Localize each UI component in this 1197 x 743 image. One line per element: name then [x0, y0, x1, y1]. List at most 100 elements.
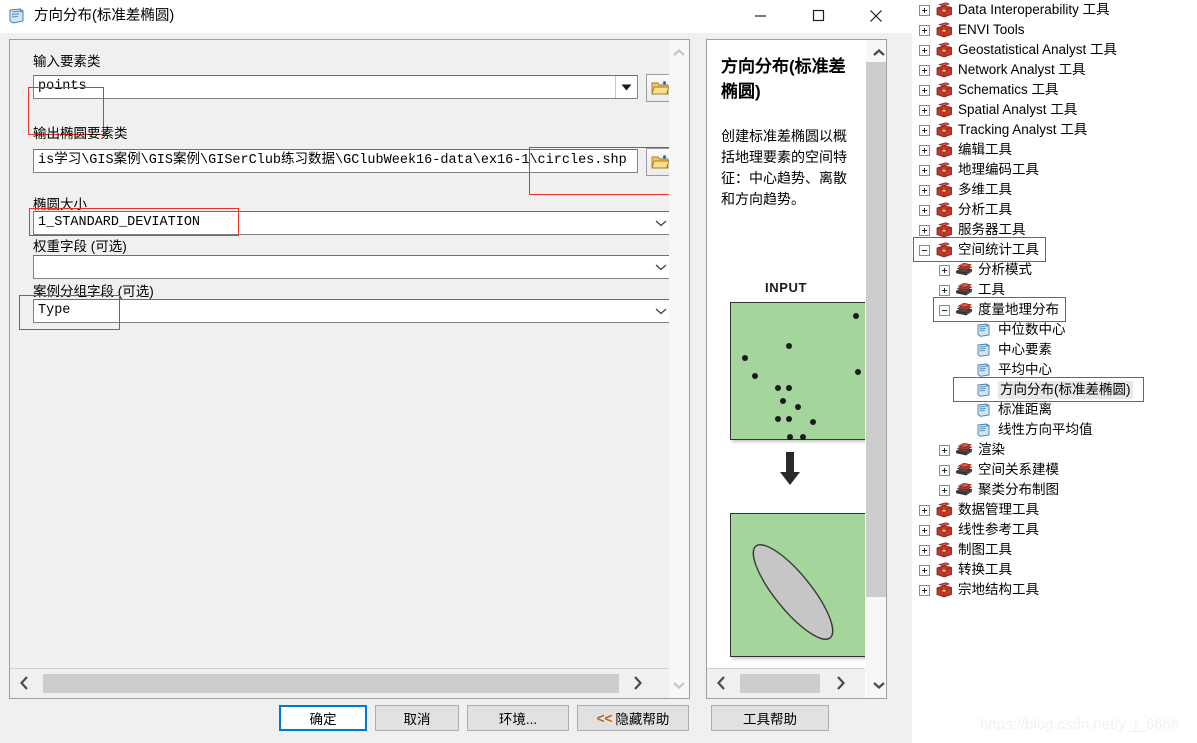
chevron-down-icon[interactable]: [650, 212, 669, 234]
tree-item-label: 分析模式: [978, 262, 1032, 277]
tree-item[interactable]: 宗地结构工具: [919, 580, 1039, 600]
chevron-down-icon[interactable]: [650, 256, 669, 278]
minimize-button[interactable]: [737, 0, 783, 31]
tree-item[interactable]: Tracking Analyst 工具: [919, 120, 1087, 140]
expand-icon[interactable]: [919, 504, 930, 516]
tree-item[interactable]: Schematics 工具: [919, 80, 1059, 100]
scroll-down-icon[interactable]: [669, 674, 688, 696]
expand-icon[interactable]: [939, 444, 950, 456]
expand-icon[interactable]: [939, 484, 950, 496]
expand-icon[interactable]: [919, 224, 930, 236]
expand-icon[interactable]: [919, 64, 930, 76]
tree-item[interactable]: 工具: [939, 280, 1005, 300]
expand-icon[interactable]: [919, 44, 930, 56]
tree-item[interactable]: 数据管理工具: [919, 500, 1039, 520]
help-hscroll-thumb[interactable]: [740, 674, 820, 693]
expand-icon[interactable]: [919, 204, 930, 216]
dialog-titlebar[interactable]: 方向分布(标准差椭圆): [0, 0, 912, 33]
expand-icon[interactable]: [919, 184, 930, 196]
help-description: 创建标准差椭圆以概括地理要素的空间特征：中心趋势、离散和方向趋势。: [721, 128, 847, 207]
tree-item-label: ENVI Tools: [958, 22, 1025, 37]
help-vertical-scrollbar[interactable]: [866, 40, 886, 698]
tree-item[interactable]: 线性方向平均值: [959, 420, 1093, 440]
expand-icon[interactable]: [919, 564, 930, 576]
expand-icon[interactable]: [919, 24, 930, 36]
input-feature-class-combo[interactable]: points: [33, 75, 638, 99]
scroll-left-icon[interactable]: [707, 669, 737, 697]
expand-icon[interactable]: [919, 124, 930, 136]
scroll-up-icon[interactable]: [869, 42, 888, 64]
scroll-down-icon[interactable]: [869, 674, 888, 696]
tree-item[interactable]: Geostatistical Analyst 工具: [919, 40, 1117, 60]
expand-icon[interactable]: [919, 144, 930, 156]
tree-item[interactable]: 渲染: [939, 440, 1005, 460]
expand-icon[interactable]: [919, 524, 930, 536]
ellipse-size-combo[interactable]: 1_STANDARD_DEVIATION: [33, 211, 669, 235]
cancel-button[interactable]: 取消: [375, 705, 459, 731]
tree-item-label: 渲染: [978, 442, 1005, 457]
collapse-icon[interactable]: [919, 244, 930, 256]
close-button[interactable]: [853, 0, 899, 31]
tree-item[interactable]: 编辑工具: [919, 140, 1012, 160]
tree-item[interactable]: 多维工具: [919, 180, 1012, 200]
expand-icon[interactable]: [919, 584, 930, 596]
expand-icon[interactable]: [919, 544, 930, 556]
tree-item-label: 分析工具: [958, 202, 1012, 217]
tree-item[interactable]: 服务器工具: [919, 220, 1026, 240]
tree-item[interactable]: Spatial Analyst 工具: [919, 100, 1077, 120]
tree-item[interactable]: 平均中心: [959, 360, 1052, 380]
hide-help-button[interactable]: << 隐藏帮助: [577, 705, 689, 731]
tree-item[interactable]: 中心要素: [959, 340, 1052, 360]
tree-item[interactable]: 标准距离: [959, 400, 1052, 420]
expand-icon[interactable]: [939, 264, 950, 276]
tree-item[interactable]: 方向分布(标准差椭圆): [959, 380, 1133, 400]
environments-button[interactable]: 环境...: [467, 705, 569, 731]
help-pane: 方向分布(标准差椭圆) 创建标准差椭圆以概括地理要素的空间特征：中心趋势、离散和…: [706, 39, 887, 699]
browse-output-button[interactable]: [646, 148, 669, 176]
browse-input-button[interactable]: [646, 74, 669, 102]
tree-item[interactable]: ENVI Tools: [919, 20, 1025, 40]
output-ellipse-feature-class-input[interactable]: is学习\GIS案例\GIS案例\GISerClub练习数据\GClubWeek…: [33, 149, 638, 173]
chevron-down-icon[interactable]: [650, 300, 669, 322]
tree-item[interactable]: 中位数中心: [959, 320, 1066, 340]
weight-field-combo[interactable]: [33, 255, 669, 279]
tree-item[interactable]: 空间关系建模: [939, 460, 1059, 480]
tree-item[interactable]: 转换工具: [919, 560, 1012, 580]
parameters-hscroll-thumb[interactable]: [43, 674, 619, 693]
tree-item[interactable]: 地理编码工具: [919, 160, 1039, 180]
help-horizontal-scrollbar[interactable]: [707, 668, 865, 698]
expand-icon[interactable]: [919, 104, 930, 116]
chevron-down-icon[interactable]: [615, 76, 637, 98]
expand-icon[interactable]: [939, 464, 950, 476]
scroll-right-icon[interactable]: [825, 669, 855, 697]
ok-button[interactable]: 确定: [279, 705, 367, 731]
expand-icon[interactable]: [919, 4, 930, 16]
tree-item[interactable]: 分析工具: [919, 200, 1012, 220]
tree-item[interactable]: 空间统计工具: [919, 240, 1039, 260]
help-input-caption: INPUT: [765, 280, 807, 295]
toolset-icon: [955, 442, 973, 458]
tool-help-button[interactable]: 工具帮助: [711, 705, 829, 731]
parameters-scroll-content: 输入要素类 points 输出椭圆要素类 is学习\GIS案例\GIS案例\GI…: [10, 40, 669, 665]
scroll-right-icon[interactable]: [622, 669, 652, 697]
expand-icon[interactable]: [919, 164, 930, 176]
parameters-horizontal-scrollbar[interactable]: [10, 668, 669, 698]
tree-item[interactable]: 分析模式: [939, 260, 1032, 280]
tree-item[interactable]: 制图工具: [919, 540, 1012, 560]
tree-item[interactable]: 度量地理分布: [939, 300, 1059, 320]
case-field-combo[interactable]: Type: [33, 299, 669, 323]
tree-item-label: Network Analyst 工具: [958, 62, 1086, 77]
scroll-up-icon[interactable]: [669, 42, 688, 64]
tree-item[interactable]: 线性参考工具: [919, 520, 1039, 540]
tree-item[interactable]: 聚类分布制图: [939, 480, 1059, 500]
parameters-vertical-scrollbar[interactable]: [669, 39, 690, 699]
help-vscroll-thumb[interactable]: [866, 62, 886, 597]
maximize-button[interactable]: [795, 0, 841, 31]
arctoolbox-tree[interactable]: Data Interoperability 工具 ENVI Tools Geosta…: [913, 0, 1197, 743]
expand-icon[interactable]: [919, 84, 930, 96]
expand-icon[interactable]: [939, 284, 950, 296]
tree-item[interactable]: Network Analyst 工具: [919, 60, 1086, 80]
collapse-icon[interactable]: [939, 304, 950, 316]
scroll-left-icon[interactable]: [10, 669, 40, 697]
tree-item[interactable]: Data Interoperability 工具: [919, 0, 1110, 20]
